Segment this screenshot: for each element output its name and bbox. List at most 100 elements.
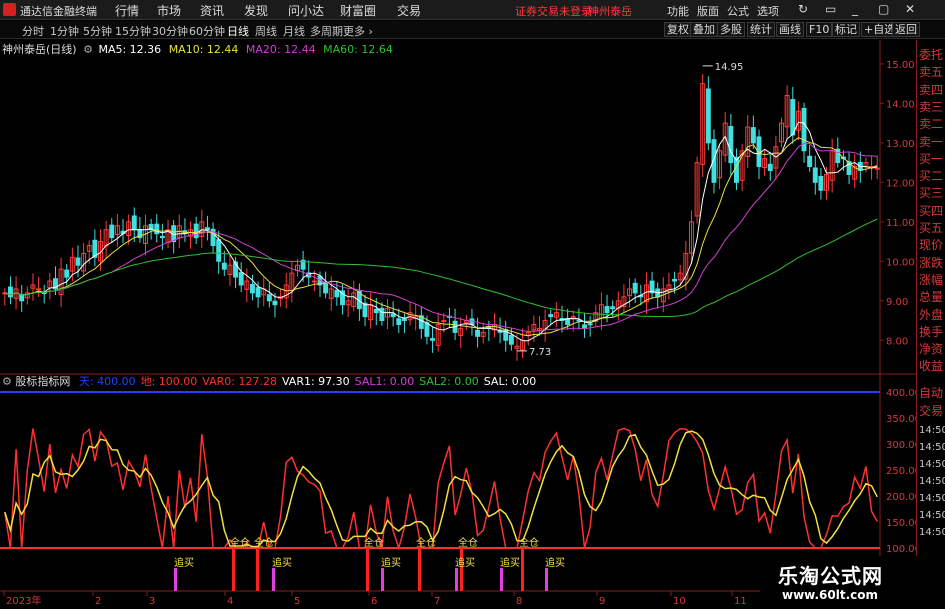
- side-item-2[interactable]: 卖四: [919, 81, 943, 98]
- multi-stock-button[interactable]: 多股: [717, 22, 745, 37]
- side-item-10[interactable]: 买五: [919, 219, 943, 236]
- candle-body: [430, 338, 436, 341]
- period-1min[interactable]: 1分钟: [50, 23, 79, 39]
- refresh-icon[interactable]: ↻: [798, 2, 808, 16]
- back-button[interactable]: 返回: [892, 22, 920, 37]
- watermark-title: 乐淘公式网: [778, 564, 883, 588]
- menu-item-market[interactable]: 市场: [157, 2, 181, 19]
- price-tick-label: 9.00: [886, 297, 908, 308]
- candle-body: [131, 215, 137, 231]
- statistics-button[interactable]: 统计: [747, 22, 775, 37]
- full-position-label: 全仓: [458, 536, 478, 549]
- menu-item-discover[interactable]: 发现: [244, 2, 268, 19]
- side-item-17[interactable]: 净资: [919, 340, 943, 357]
- options-button[interactable]: 选项: [757, 3, 779, 19]
- candle-body: [334, 289, 340, 298]
- function-button[interactable]: 功能: [667, 3, 689, 19]
- moving-average-lines: 14.95 7.73: [4, 62, 878, 358]
- buy-signal-label: 追买: [500, 556, 520, 569]
- date-tick-label: 2023年: [6, 594, 41, 607]
- side-item-16[interactable]: 换手: [919, 323, 943, 340]
- date-tick-label: 3: [149, 596, 155, 607]
- period-15min[interactable]: 15分钟: [115, 23, 151, 39]
- period-60min[interactable]: 60分钟: [189, 23, 225, 39]
- full-position-bar: [232, 548, 235, 591]
- menu-item-quotes[interactable]: 行情: [115, 2, 139, 19]
- maximize-icon[interactable]: ▢: [878, 2, 889, 16]
- ma20-label: MA20: 12.44: [245, 43, 316, 56]
- overlay-button[interactable]: 叠加: [690, 22, 718, 37]
- period-30min[interactable]: 30分钟: [152, 23, 188, 39]
- side-item-0[interactable]: 委托: [919, 46, 943, 63]
- side-item-15[interactable]: 外盘: [919, 306, 943, 323]
- candle-body: [255, 287, 261, 298]
- side-item-14[interactable]: 总量: [919, 288, 943, 305]
- candle-body: [750, 127, 756, 144]
- low-price-label: 7.73: [529, 347, 551, 358]
- side-item-9[interactable]: 买四: [919, 202, 943, 219]
- candle-body: [311, 280, 317, 283]
- period-weekly[interactable]: 周线: [255, 23, 277, 39]
- full-position-bar: [521, 548, 524, 591]
- date-tick-label: 8: [516, 596, 522, 607]
- app-name: 通达信金融终端: [20, 5, 97, 18]
- side-lower-item-1[interactable]: 交易: [919, 402, 943, 419]
- close-icon[interactable]: ✕: [905, 2, 915, 16]
- f10-button[interactable]: F10: [806, 22, 833, 37]
- side-item-18[interactable]: 收益: [919, 357, 943, 374]
- period-daily[interactable]: 日线: [227, 23, 249, 39]
- kline-chart[interactable]: 14.95 7.73 15.00 14.00 13.00 12.00 11.00 10.00…: [0, 40, 916, 609]
- side-lower-item-0[interactable]: 自动: [919, 384, 943, 401]
- side-item-6[interactable]: 买一: [919, 150, 943, 167]
- candle-body: [441, 320, 447, 323]
- side-item-11[interactable]: 现价: [919, 236, 943, 253]
- side-item-8[interactable]: 买三: [919, 184, 943, 201]
- side-item-12[interactable]: 涨跌: [919, 254, 943, 271]
- menu-item-trade[interactable]: 交易: [397, 2, 421, 19]
- side-item-7[interactable]: 买二: [919, 167, 943, 184]
- candle-body: [204, 227, 210, 231]
- side-item-5[interactable]: 卖一: [919, 133, 943, 150]
- period-5min[interactable]: 5分钟: [83, 23, 112, 39]
- layout-button[interactable]: 版面: [697, 3, 719, 19]
- candle-body: [767, 163, 773, 171]
- indicator-value-6: SAL: 0.00: [483, 375, 537, 388]
- period-multi[interactable]: 多周期: [310, 23, 343, 39]
- indicator-settings-icon[interactable]: ⚙: [2, 375, 12, 388]
- minimize-icon[interactable]: _: [852, 2, 858, 16]
- window-mode-icon[interactable]: ▭: [825, 2, 836, 16]
- period-more[interactable]: 更多 ›: [343, 23, 373, 39]
- candle-body: [216, 239, 222, 262]
- period-monthly[interactable]: 月线: [283, 23, 305, 39]
- indicator-value-3: VAR1: 97.30: [281, 375, 350, 388]
- menu-item-wealth[interactable]: 财富圈: [340, 2, 376, 19]
- side-item-13[interactable]: 涨幅: [919, 271, 943, 288]
- price-tick-label: 8.00: [886, 336, 908, 347]
- mark-button[interactable]: 标记: [832, 22, 860, 37]
- candle-body: [238, 272, 244, 286]
- side-item-4[interactable]: 卖二: [919, 115, 943, 132]
- formula-button[interactable]: 公式: [727, 3, 749, 19]
- period-tick[interactable]: 分时: [22, 23, 44, 39]
- menu-item-news[interactable]: 资讯: [200, 2, 224, 19]
- settings-icon[interactable]: ⚙: [83, 43, 93, 56]
- watermark-url: www.60lt.com: [782, 588, 879, 602]
- candle-body: [272, 300, 278, 306]
- side-item-3[interactable]: 卖三: [919, 98, 943, 115]
- login-warning[interactable]: 证券交易未登录: [515, 3, 592, 19]
- side-time-3: 14:50: [919, 476, 945, 487]
- indicator-tick-label: 350.00: [886, 414, 916, 425]
- draw-line-button[interactable]: 画线: [776, 22, 804, 37]
- full-position-label: 全仓: [519, 536, 539, 549]
- candle-body: [154, 223, 160, 235]
- candle-body: [373, 308, 379, 314]
- chart-grid: [0, 40, 916, 609]
- side-item-1[interactable]: 卖五: [919, 63, 943, 80]
- indicator-tick-label: 150.00: [886, 518, 916, 529]
- restore-rights-button[interactable]: 复权: [664, 22, 692, 37]
- menu-item-ask[interactable]: 问小达: [288, 2, 324, 19]
- side-time-4: 14:50: [919, 493, 945, 504]
- full-position-label: 全仓: [364, 536, 384, 549]
- price-tick-label: 14.00: [886, 99, 915, 110]
- side-time-1: 14:50: [919, 442, 945, 453]
